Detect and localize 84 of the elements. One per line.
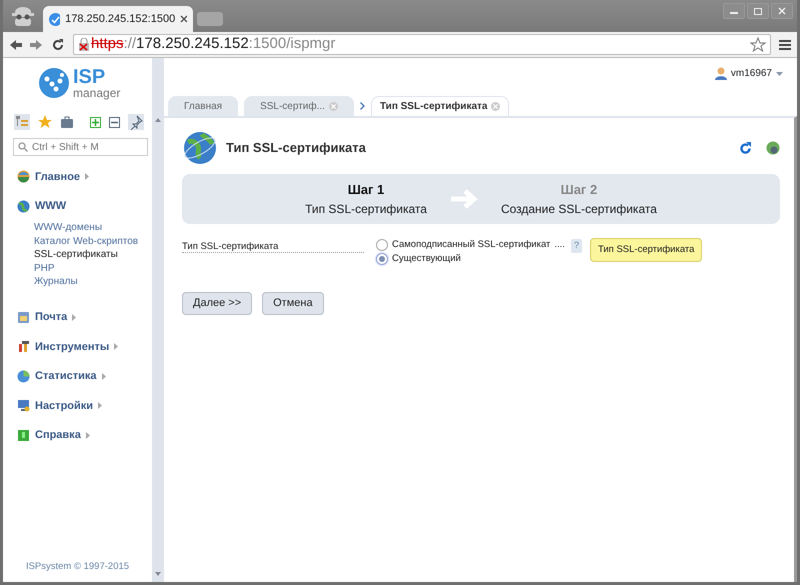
scroll-down-icon[interactable] <box>155 572 161 576</box>
forward-icon[interactable] <box>30 38 43 50</box>
logo-text: ISP <box>73 67 106 87</box>
caret-icon[interactable] <box>776 72 783 76</box>
menu-item[interactable]: WWW <box>3 192 152 221</box>
user-name[interactable]: vm16967 <box>730 66 772 81</box>
bookmark-star-icon[interactable] <box>750 36 766 52</box>
page-tab[interactable]: SSL-сертиф... <box>244 96 354 116</box>
refresh-icon[interactable] <box>739 142 752 154</box>
menu-item[interactable]: Справка <box>3 420 152 450</box>
menu-item[interactable]: Инструменты <box>3 332 152 362</box>
expand-arrow-icon[interactable] <box>98 402 102 410</box>
minimize-button[interactable] <box>723 3 745 19</box>
close-button[interactable] <box>771 3 793 19</box>
expand-arrow-icon[interactable] <box>114 343 118 350</box>
scroll-up-icon[interactable] <box>155 118 161 122</box>
menu-item[interactable]: Главное <box>3 162 152 192</box>
expand-arrow-icon[interactable] <box>72 314 76 321</box>
expand-arrow-icon[interactable] <box>85 173 90 180</box>
close-icon[interactable] <box>180 15 187 23</box>
site-icon <box>49 12 60 26</box>
menu-subitem[interactable]: SSL-сертификаты <box>3 248 152 262</box>
tooltip: Тип SSL-сертификата <box>590 238 702 262</box>
page-tab[interactable]: Главная <box>168 96 238 116</box>
menu-subitem[interactable]: PHP <box>3 262 152 275</box>
mail-icon <box>17 310 30 324</box>
user-icon <box>714 67 727 80</box>
url-text: https <box>91 34 124 54</box>
collapse-all-icon[interactable] <box>109 116 120 128</box>
option-label: Существующий <box>392 252 461 266</box>
page-title: Тип SSL-сертификата <box>226 139 366 158</box>
leader-dots: .... <box>554 238 565 252</box>
logo-icon <box>39 68 69 98</box>
expand-arrow-icon[interactable] <box>102 372 106 380</box>
menu-item[interactable]: Статистика <box>3 362 152 391</box>
monitor-icon <box>17 399 30 412</box>
maximize-icon <box>753 7 763 15</box>
radio-button[interactable] <box>376 239 388 251</box>
menu-icon[interactable] <box>779 38 791 50</box>
url-text: :1500/ispmgr <box>248 34 336 54</box>
globe-icon <box>17 200 30 213</box>
star-icon[interactable] <box>38 115 52 129</box>
copyright-text: ISPsystem © 1997-2015 <box>24 560 130 574</box>
incognito-icon <box>9 4 37 26</box>
menu-subitem[interactable]: Каталог Web-скриптов <box>3 234 152 248</box>
form-button[interactable]: Далее >> <box>182 292 252 314</box>
expand-all-icon[interactable] <box>90 116 101 128</box>
back-icon[interactable] <box>9 38 22 50</box>
tools-icon <box>17 340 30 354</box>
briefcase-icon[interactable] <box>60 116 74 128</box>
radio-button[interactable] <box>376 253 388 265</box>
reload-icon[interactable] <box>51 38 65 52</box>
page-tab[interactable]: Тип SSL-сертификата <box>370 96 510 116</box>
insecure-lock-icon <box>78 38 90 51</box>
tree-view-icon[interactable] <box>14 114 30 130</box>
url-text: :// <box>124 34 136 54</box>
form-button[interactable]: Отмена <box>262 292 324 314</box>
step-number: Шаг 2 <box>560 181 598 200</box>
expand-arrow-icon[interactable] <box>86 432 90 439</box>
help-icon <box>17 428 30 442</box>
chevron-icon <box>360 102 365 110</box>
menu-subitem[interactable]: Журналы <box>3 275 152 288</box>
browser-tab[interactable]: 178.250.245.152:1500 <box>43 6 193 32</box>
search-icon <box>18 142 28 152</box>
step-label: Тип SSL-сертификата <box>305 200 427 218</box>
url-text: 178.250.245.152 <box>136 34 249 54</box>
arrow-icon <box>448 188 479 210</box>
tab-title: 178.250.245.152:1500 <box>65 12 176 27</box>
globe-icon <box>182 130 218 166</box>
step-number: Шаг 1 <box>346 181 386 200</box>
option-label: Самоподписанный SSL-сертификат <box>392 238 550 252</box>
menu-subitem[interactable]: WWW-домены <box>3 221 152 234</box>
search-field[interactable]: Ctrl + Shift + M <box>13 138 148 156</box>
address-bar[interactable]: https://178.250.245.152:1500/ispmgr <box>73 34 771 55</box>
menu-item[interactable]: Настройки <box>3 391 152 420</box>
pin-icon[interactable] <box>128 114 144 130</box>
home-icon <box>17 170 30 184</box>
maximize-button[interactable] <box>747 3 769 19</box>
close-icon <box>777 7 787 15</box>
menu-item[interactable]: Почта <box>3 302 152 332</box>
step-label: Создание SSL-сертификата <box>500 200 657 218</box>
pie-chart-icon <box>17 370 30 383</box>
logo-subtext: manager <box>73 87 120 99</box>
field-label: Тип SSL-сертификата <box>182 242 364 253</box>
